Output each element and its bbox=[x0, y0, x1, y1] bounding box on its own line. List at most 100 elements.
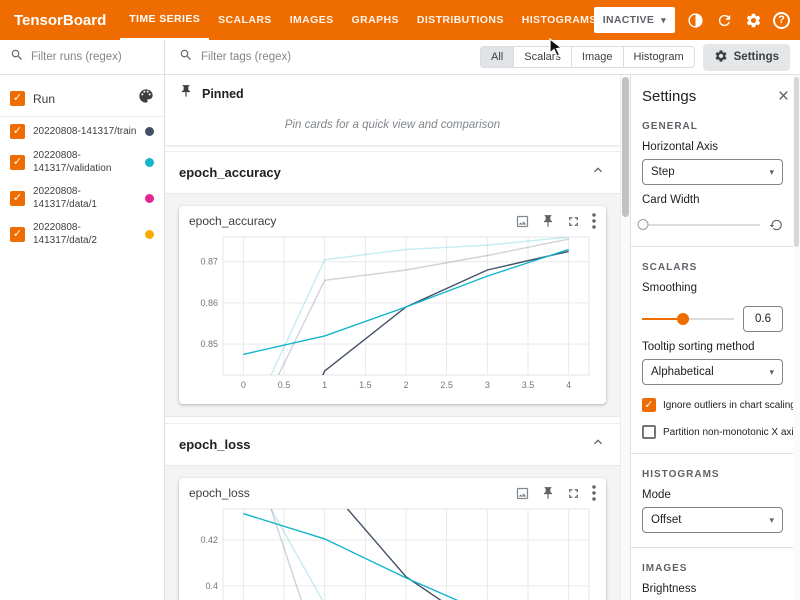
card-header: epoch_accuracy bbox=[187, 211, 598, 229]
filter-scalars-button[interactable]: Scalars bbox=[514, 46, 572, 68]
slider-thumb[interactable] bbox=[638, 219, 649, 230]
tab-images[interactable]: IMAGES bbox=[281, 0, 343, 40]
chevron-down-icon: ▾ bbox=[769, 515, 774, 526]
fullscreen-icon[interactable] bbox=[566, 214, 581, 229]
card-title: epoch_accuracy bbox=[189, 214, 276, 228]
partition-x-axis-row[interactable]: Partition non-monotonic X axis i bbox=[642, 425, 789, 439]
section-header-epoch-accuracy[interactable]: epoch_accuracy bbox=[165, 151, 620, 193]
cards-main-area: Pinned Pin cards for a quick view and co… bbox=[165, 75, 630, 600]
collapse-section-icon[interactable] bbox=[590, 434, 606, 455]
ignore-outliers-label: Ignore outliers in chart scaling bbox=[663, 400, 793, 411]
close-icon[interactable]: × bbox=[778, 87, 789, 106]
filter-image-button[interactable]: Image bbox=[572, 46, 624, 68]
svg-text:4: 4 bbox=[566, 380, 571, 390]
search-icon bbox=[179, 48, 193, 67]
svg-text:1: 1 bbox=[322, 380, 327, 390]
run-color-dot bbox=[145, 127, 154, 136]
run-label: 20220808-141317/data/1 bbox=[33, 185, 137, 211]
content-row: Run 20220808-141317/train 20220808-14131… bbox=[0, 75, 800, 600]
ignore-outliers-checkbox[interactable] bbox=[642, 398, 656, 412]
ignore-outliers-row[interactable]: Ignore outliers in chart scaling bbox=[642, 398, 789, 412]
svg-text:0: 0 bbox=[241, 380, 246, 390]
section-body-epoch-loss: epoch_loss bbox=[165, 465, 620, 600]
run-color-dot bbox=[145, 158, 154, 167]
tab-graphs[interactable]: GRAPHS bbox=[343, 0, 408, 40]
main-scrollbar[interactable] bbox=[620, 75, 630, 600]
horizontal-axis-select[interactable]: Step▾ bbox=[642, 159, 783, 185]
collapse-section-icon[interactable] bbox=[590, 162, 606, 183]
histogram-mode-select[interactable]: Offset▾ bbox=[642, 507, 783, 533]
chevron-down-icon: ▾ bbox=[769, 367, 774, 378]
theme-toggle-icon[interactable] bbox=[686, 11, 704, 29]
section-body-epoch-accuracy: epoch_accuracy bbox=[165, 193, 620, 417]
card-actions bbox=[515, 213, 596, 229]
pinned-empty-state: Pin cards for a quick view and compariso… bbox=[165, 109, 620, 145]
settings-scrollbar[interactable] bbox=[793, 75, 800, 600]
fullscreen-icon[interactable] bbox=[566, 486, 581, 501]
smoothing-value-input[interactable]: 0.6 bbox=[743, 306, 783, 332]
svg-text:3: 3 bbox=[485, 380, 490, 390]
histograms-section-label: HISTOGRAMS bbox=[642, 469, 789, 480]
scrollbar-thumb[interactable] bbox=[794, 77, 799, 247]
tab-histograms[interactable]: HISTOGRAMS bbox=[513, 0, 606, 40]
tag-type-filter-group: All Scalars Image Histogram bbox=[480, 46, 695, 68]
tab-distributions[interactable]: DISTRIBUTIONS bbox=[408, 0, 513, 40]
chevron-down-icon: ▾ bbox=[769, 167, 774, 178]
pinned-section: Pinned Pin cards for a quick view and co… bbox=[165, 75, 620, 145]
scalars-section-label: SCALARS bbox=[642, 262, 789, 273]
app-header: TensorBoard TIME SERIES SCALARS IMAGES G… bbox=[0, 0, 800, 40]
settings-panel-title: Settings bbox=[642, 88, 696, 105]
slider-thumb[interactable] bbox=[677, 313, 689, 325]
tab-time-series[interactable]: TIME SERIES bbox=[120, 0, 209, 40]
full-size-toggle-icon[interactable] bbox=[515, 486, 530, 501]
tab-scalars[interactable]: SCALARS bbox=[209, 0, 281, 40]
smoothing-slider[interactable] bbox=[642, 318, 734, 320]
settings-button[interactable]: Settings bbox=[703, 44, 790, 71]
palette-icon[interactable] bbox=[138, 88, 154, 109]
filter-runs-input[interactable] bbox=[31, 51, 154, 63]
svg-text:3.5: 3.5 bbox=[522, 380, 535, 390]
status-dropdown-value: INACTIVE bbox=[603, 14, 654, 26]
pin-card-icon[interactable] bbox=[541, 486, 555, 500]
filter-all-button[interactable]: All bbox=[480, 46, 514, 68]
help-icon[interactable]: ? bbox=[773, 12, 790, 29]
settings-gear-icon[interactable] bbox=[744, 11, 762, 29]
refresh-icon[interactable] bbox=[715, 11, 733, 29]
filter-tags-input[interactable] bbox=[201, 51, 472, 63]
header-actions: INACTIVE ▾ ? bbox=[594, 7, 790, 33]
select-all-runs-checkbox[interactable] bbox=[10, 91, 25, 106]
run-checkbox[interactable] bbox=[10, 191, 25, 206]
tags-toolbar: All Scalars Image Histogram Settings bbox=[165, 40, 800, 74]
status-dropdown[interactable]: INACTIVE ▾ bbox=[594, 7, 675, 33]
run-checkbox[interactable] bbox=[10, 155, 25, 170]
section-header-epoch-loss[interactable]: epoch_loss bbox=[165, 423, 620, 465]
more-options-icon[interactable] bbox=[592, 213, 596, 229]
reset-default-icon[interactable] bbox=[769, 218, 783, 232]
run-row-train[interactable]: 20220808-141317/train bbox=[0, 119, 164, 144]
brightness-label: Brightness bbox=[642, 583, 789, 595]
run-label: 20220808-141317/validation bbox=[33, 149, 137, 175]
run-row-data-2[interactable]: 20220808-141317/data/2 bbox=[0, 216, 164, 252]
run-label: 20220808-141317/train bbox=[33, 125, 137, 138]
card-header: epoch_loss bbox=[187, 483, 598, 501]
partition-x-axis-checkbox[interactable] bbox=[642, 425, 656, 439]
runs-column-header: Run bbox=[33, 92, 130, 106]
full-size-toggle-icon[interactable] bbox=[515, 214, 530, 229]
run-row-validation[interactable]: 20220808-141317/validation bbox=[0, 144, 164, 180]
section-title: epoch_loss bbox=[179, 437, 251, 452]
scrollbar-thumb[interactable] bbox=[622, 77, 629, 217]
epoch-accuracy-chart[interactable]: 00.511.522.533.540.850.860.87 bbox=[187, 229, 599, 391]
run-label: 20220808-141317/data/2 bbox=[33, 221, 137, 247]
epoch-loss-chart[interactable]: 00.511.522.533.540.360.380.40.42 bbox=[187, 501, 599, 600]
filter-histogram-button[interactable]: Histogram bbox=[624, 46, 695, 68]
chevron-down-icon: ▾ bbox=[661, 15, 666, 26]
tooltip-sorting-select[interactable]: Alphabetical▾ bbox=[642, 359, 783, 385]
more-options-icon[interactable] bbox=[592, 485, 596, 501]
tooltip-sorting-label: Tooltip sorting method bbox=[642, 341, 789, 353]
run-checkbox[interactable] bbox=[10, 227, 25, 242]
run-checkbox[interactable] bbox=[10, 124, 25, 139]
run-row-data-1[interactable]: 20220808-141317/data/1 bbox=[0, 180, 164, 216]
card-width-slider[interactable] bbox=[642, 224, 760, 226]
svg-text:0.5: 0.5 bbox=[278, 380, 291, 390]
pin-card-icon[interactable] bbox=[541, 214, 555, 228]
